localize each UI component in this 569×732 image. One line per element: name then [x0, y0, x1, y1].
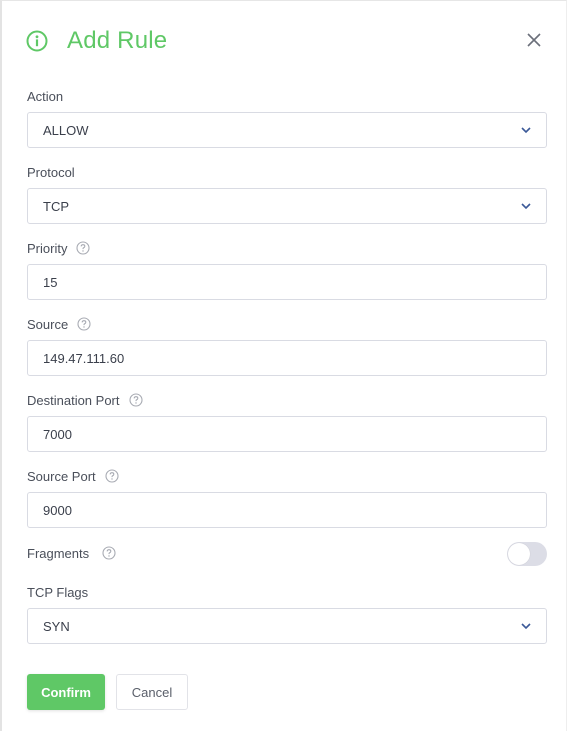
help-icon[interactable] — [76, 241, 91, 255]
chevron-down-icon — [521, 623, 531, 630]
chevron-down-icon — [521, 127, 531, 134]
protocol-select[interactable]: TCP — [27, 188, 547, 224]
help-icon[interactable] — [77, 317, 91, 331]
priority-label: Priority — [27, 240, 68, 256]
action-label: Action — [27, 88, 64, 104]
priority-field: Priority 15 — [27, 240, 547, 300]
destination-port-label: Destination Port — [27, 392, 120, 408]
priority-input[interactable]: 15 — [27, 264, 547, 300]
source-input[interactable]: 149.47.111.60 — [27, 340, 547, 376]
tcp-flags-value: SYN — [43, 618, 70, 634]
info-icon — [26, 30, 48, 52]
confirm-button[interactable]: Confirm — [27, 674, 105, 710]
source-port-field: Source Port 9000 — [27, 468, 547, 528]
add-rule-dialog: Add Rule Action ALLOW Protocol TCP Prior… — [0, 0, 567, 731]
close-icon[interactable] — [524, 30, 544, 50]
source-port-input[interactable]: 9000 — [27, 492, 547, 528]
help-icon[interactable] — [102, 546, 116, 560]
cancel-button[interactable]: Cancel — [116, 674, 188, 710]
help-icon[interactable] — [128, 393, 143, 407]
source-field: Source 149.47.111.60 — [27, 316, 547, 376]
dialog-title: Add Rule — [67, 27, 168, 54]
action-field: Action ALLOW — [27, 88, 547, 148]
tcp-flags-select[interactable]: SYN — [27, 608, 547, 644]
destination-port-input[interactable]: 7000 — [27, 416, 547, 452]
protocol-value: TCP — [43, 198, 69, 214]
action-value: ALLOW — [43, 122, 89, 138]
protocol-field: Protocol TCP — [27, 164, 547, 224]
fragments-field: Fragments — [27, 542, 547, 566]
fragments-label: Fragments — [27, 545, 90, 561]
tcp-flags-label: TCP Flags — [27, 584, 89, 600]
toggle-knob — [508, 543, 530, 565]
tcp-flags-field: TCP Flags SYN — [27, 584, 547, 644]
dialog-header: Add Rule — [26, 27, 167, 55]
protocol-label: Protocol — [27, 164, 75, 180]
source-label: Source — [27, 316, 69, 332]
fragments-toggle[interactable] — [507, 542, 547, 566]
source-port-label: Source Port — [27, 468, 96, 484]
action-select[interactable]: ALLOW — [27, 112, 547, 148]
help-icon[interactable] — [105, 469, 119, 483]
destination-port-field: Destination Port 7000 — [27, 392, 547, 452]
chevron-down-icon — [521, 203, 531, 210]
